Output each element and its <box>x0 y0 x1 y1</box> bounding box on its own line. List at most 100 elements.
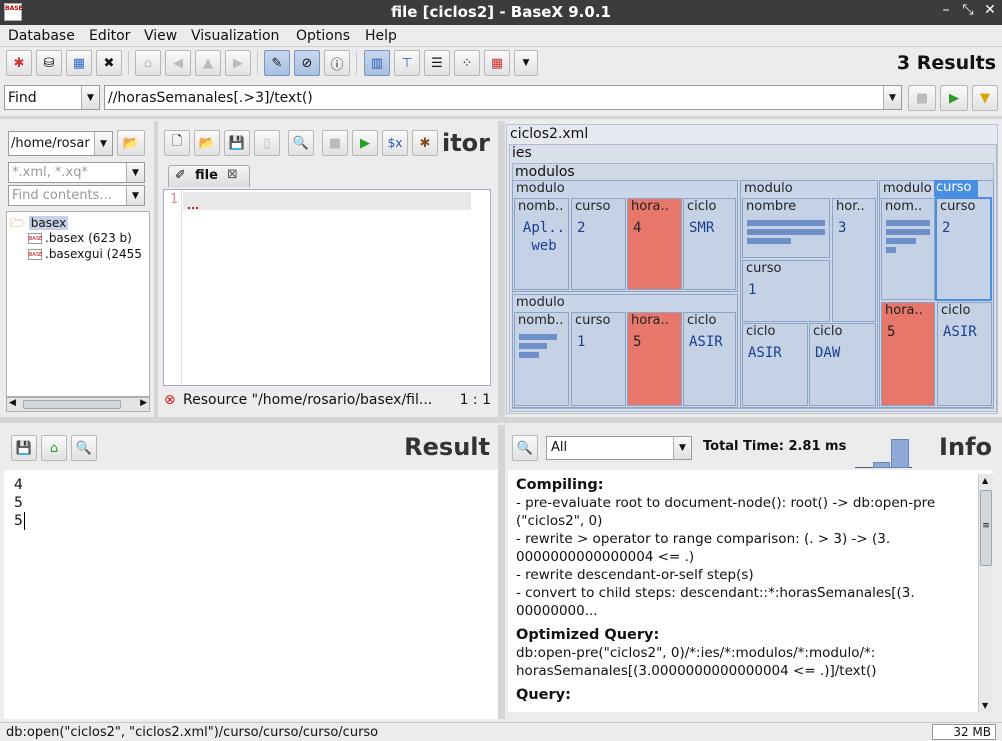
tree-item-basexgui-file[interactable]: BASE .basexgui (2455 <box>28 247 150 261</box>
tree-item-basex-file[interactable]: BASE .basex (623 b) <box>28 231 132 245</box>
new-database-icon[interactable]: ✱ <box>6 50 32 76</box>
toolbar-separator <box>356 51 357 75</box>
plot-view-icon[interactable]: ⁘ <box>454 50 480 76</box>
minimize-button[interactable]: – <box>936 2 956 18</box>
save-file-icon[interactable]: 💾 <box>224 130 250 156</box>
close-window-button[interactable]: ✕ <box>980 2 1000 18</box>
panel-divider[interactable] <box>0 417 1002 423</box>
explorer-path-select[interactable]: /home/rosar ▼ <box>8 131 113 156</box>
browse-folder-icon[interactable]: 📂 <box>117 130 145 156</box>
info-filter-select[interactable]: All ▼ <box>546 436 692 460</box>
search-icon[interactable]: 🔍 <box>512 435 538 461</box>
status-bar: db:open("ciclos2", "ciclos2.xml")/curso/… <box>0 722 1002 741</box>
panel-divider[interactable] <box>498 425 505 719</box>
run-query-icon[interactable]: ▶ <box>940 85 968 111</box>
map-node-ciclo[interactable]: ciclo SMR <box>683 198 736 290</box>
map-node-horas-highlighted[interactable]: hora.. 5 <box>881 302 935 406</box>
forward-icon[interactable]: ▶ <box>225 50 251 76</box>
explorer-filter-placeholder: *.xml, *.xq* <box>12 165 88 180</box>
timing-histogram <box>855 438 912 468</box>
info-toggle-icon[interactable]: ⓘ <box>324 50 350 76</box>
menu-editor[interactable]: Editor <box>89 28 130 44</box>
chevron-down-icon[interactable]: ▼ <box>883 86 901 109</box>
map-file-label: ciclos2.xml <box>510 126 589 142</box>
map-node-horas-highlighted[interactable]: hora.. 4 <box>627 198 682 290</box>
map-node-nombre[interactable]: nom.. <box>881 198 935 300</box>
editor-text-area[interactable]: 1 <box>163 189 491 386</box>
menu-visualization[interactable]: Visualization <box>191 28 279 44</box>
explorer-hscrollbar[interactable]: ◀ ▶ <box>6 397 150 412</box>
info-vscrollbar[interactable]: ▲ ≡ ▼ <box>978 474 993 712</box>
map-node-nombre[interactable]: nombre <box>742 198 830 258</box>
scroll-left-icon[interactable]: ◀ <box>9 398 16 408</box>
stop-query-icon[interactable]: ■ <box>908 85 936 111</box>
menu-options[interactable]: Options <box>296 28 350 44</box>
map-node-curso-selected[interactable]: curso 2 <box>935 197 992 301</box>
stop-icon[interactable]: ■ <box>322 130 348 156</box>
tree-view-icon[interactable]: ⊤ <box>394 50 420 76</box>
info-text-area[interactable]: Compiling: - pre-evaluate root to docume… <box>508 470 993 712</box>
panel-divider[interactable] <box>0 116 1002 119</box>
open-database-icon[interactable]: ⛁ <box>36 50 62 76</box>
close-tab-icon[interactable]: ⊠ <box>227 167 238 182</box>
memory-indicator[interactable]: 32 MB <box>932 724 996 740</box>
menu-database[interactable]: Database <box>8 28 75 44</box>
map-view-icon[interactable]: ▥ <box>364 50 390 76</box>
close-database-icon[interactable]: ✖ <box>96 50 122 76</box>
map-node-ciclo[interactable]: ciclo DAW <box>809 323 876 406</box>
debug-icon[interactable]: ✱ <box>412 130 438 156</box>
table-view-icon[interactable]: ▦ <box>484 50 510 76</box>
search-icon[interactable]: 🔍 <box>288 130 314 156</box>
chevron-down-icon[interactable]: ▼ <box>126 163 144 182</box>
editor-tab-file[interactable]: ✐ file ⊠ <box>168 165 250 187</box>
map-node-curso[interactable]: curso 2 <box>571 198 626 290</box>
explorer-contents-placeholder: Find contents... <box>12 188 112 203</box>
map-node-nombre[interactable]: nomb.. Apl.. web <box>514 198 569 290</box>
save-result-icon[interactable]: 💾 <box>11 435 37 461</box>
scrollbar-thumb[interactable]: ≡ <box>980 490 992 566</box>
editor-toggle-icon[interactable]: ✎ <box>264 50 290 76</box>
scroll-down-icon[interactable]: ▼ <box>982 701 988 710</box>
result-toggle-icon[interactable]: ⊘ <box>294 50 320 76</box>
map-node-curso[interactable]: curso 1 <box>742 260 830 322</box>
menu-view[interactable]: View <box>144 28 177 44</box>
search-icon[interactable]: 🔍 <box>71 435 97 461</box>
query-input[interactable]: //horasSemanales[.>3]/text() ▼ <box>104 85 902 110</box>
map-node-ciclo[interactable]: ciclo ASIR <box>683 312 736 406</box>
menu-help[interactable]: Help <box>365 28 397 44</box>
map-node-horas[interactable]: hor.. 3 <box>832 198 876 322</box>
maximize-button[interactable]: ⤡ <box>958 2 978 18</box>
back-icon[interactable]: ◀ <box>165 50 191 76</box>
window-title: file [ciclos2] - BaseX 9.0.1 <box>391 3 611 21</box>
chevron-down-icon[interactable]: ▼ <box>126 186 144 205</box>
up-icon[interactable]: ▲ <box>195 50 221 76</box>
map-node-curso[interactable]: curso 1 <box>571 312 626 406</box>
map-node-ciclo[interactable]: ciclo ASIR <box>742 323 808 406</box>
chevron-down-icon[interactable]: ▼ <box>673 437 691 459</box>
explorer-filter-input[interactable]: *.xml, *.xq* ▼ <box>8 162 145 183</box>
result-text-area[interactable]: 4 5 5 <box>4 470 498 719</box>
more-views-icon[interactable]: ▼ <box>514 50 538 76</box>
explorer-contents-input[interactable]: Find contents... ▼ <box>8 185 145 206</box>
folder-view-icon[interactable]: ☰ <box>424 50 450 76</box>
map-node-nombre[interactable]: nomb.. <box>514 312 569 406</box>
title-bar: BASE file [ciclos2] - BaseX 9.0.1 – ⤡ ✕ <box>0 0 1002 25</box>
run-icon[interactable]: ▶ <box>352 130 378 156</box>
scroll-up-icon[interactable]: ▲ <box>982 476 988 485</box>
xquery-button[interactable]: $x <box>382 130 408 156</box>
open-file-icon[interactable]: 📂 <box>194 130 220 156</box>
scrollbar-thumb[interactable] <box>23 400 121 409</box>
properties-icon[interactable]: ▦ <box>66 50 92 76</box>
home-icon[interactable]: ⌂ <box>135 50 161 76</box>
home-result-icon[interactable]: ⌂ <box>41 435 67 461</box>
chevron-down-icon[interactable]: ▼ <box>94 132 112 155</box>
new-file-icon[interactable]: 🗋 <box>164 130 190 156</box>
panel-divider[interactable] <box>498 121 505 417</box>
filter-icon[interactable]: ▼ <box>972 85 998 111</box>
chevron-down-icon[interactable]: ▼ <box>81 86 99 109</box>
close-file-icon[interactable]: ▯ <box>254 130 280 156</box>
map-node-horas-highlighted[interactable]: hora.. 5 <box>627 312 682 406</box>
scroll-right-icon[interactable]: ▶ <box>140 398 147 408</box>
query-mode-select[interactable]: Find ▼ <box>4 85 100 110</box>
map-node-ciclo[interactable]: ciclo ASIR <box>937 302 992 406</box>
